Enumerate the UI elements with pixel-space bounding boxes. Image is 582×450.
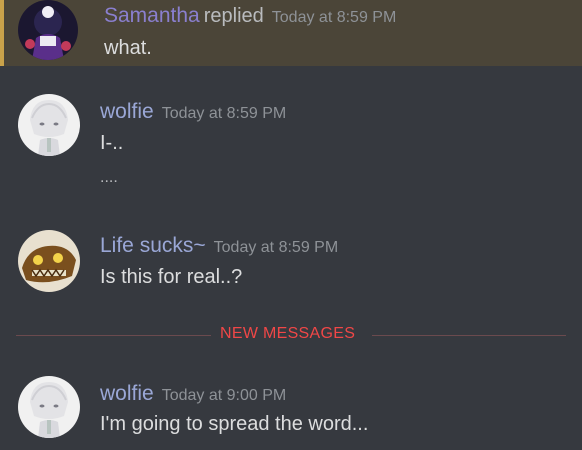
divider-line	[16, 335, 211, 336]
message-item[interactable]: Samantha replied Today at 8:59 PM what.	[0, 0, 582, 66]
message-header: wolfie Today at 9:00 PM	[100, 382, 286, 406]
avatar[interactable]	[18, 230, 80, 292]
message-item[interactable]: wolfie Today at 8:59 PM I-.. ....	[0, 90, 582, 200]
avatar[interactable]	[18, 94, 80, 156]
divider-line	[372, 335, 566, 336]
username[interactable]: wolfie	[100, 100, 154, 123]
message-header: Samantha replied Today at 8:59 PM	[104, 4, 396, 28]
reply-indicator: replied	[203, 5, 264, 27]
timestamp: Today at 8:59 PM	[213, 239, 339, 256]
chat-view: Samantha replied Today at 8:59 PM what. wo…	[0, 0, 582, 450]
message-item[interactable]: wolfie Today at 9:00 PM I'm going to spre…	[0, 372, 582, 450]
timestamp: Today at 8:59 PM	[271, 9, 397, 26]
message-text: Is this for real..?	[100, 266, 243, 288]
message-text: what.	[104, 37, 152, 59]
username[interactable]: wolfie	[100, 382, 154, 405]
message-text: I-..	[100, 132, 124, 154]
message-header: Life sucks~ Today at 8:59 PM	[100, 234, 338, 258]
message-item[interactable]: Life sucks~ Today at 8:59 PM Is this for …	[0, 228, 582, 298]
avatar[interactable]	[18, 0, 78, 60]
message-text: I'm going to spread the word...	[100, 413, 369, 435]
new-messages-label: NEW MESSAGES	[220, 325, 356, 342]
new-messages-divider: NEW MESSAGES	[0, 322, 582, 348]
message-text: ....	[100, 169, 118, 186]
username[interactable]: Samantha	[104, 4, 200, 27]
timestamp: Today at 9:00 PM	[161, 387, 287, 404]
message-header: wolfie Today at 8:59 PM	[100, 100, 286, 124]
timestamp: Today at 8:59 PM	[161, 105, 287, 122]
username[interactable]: Life sucks~	[100, 234, 206, 257]
avatar[interactable]	[18, 376, 80, 438]
